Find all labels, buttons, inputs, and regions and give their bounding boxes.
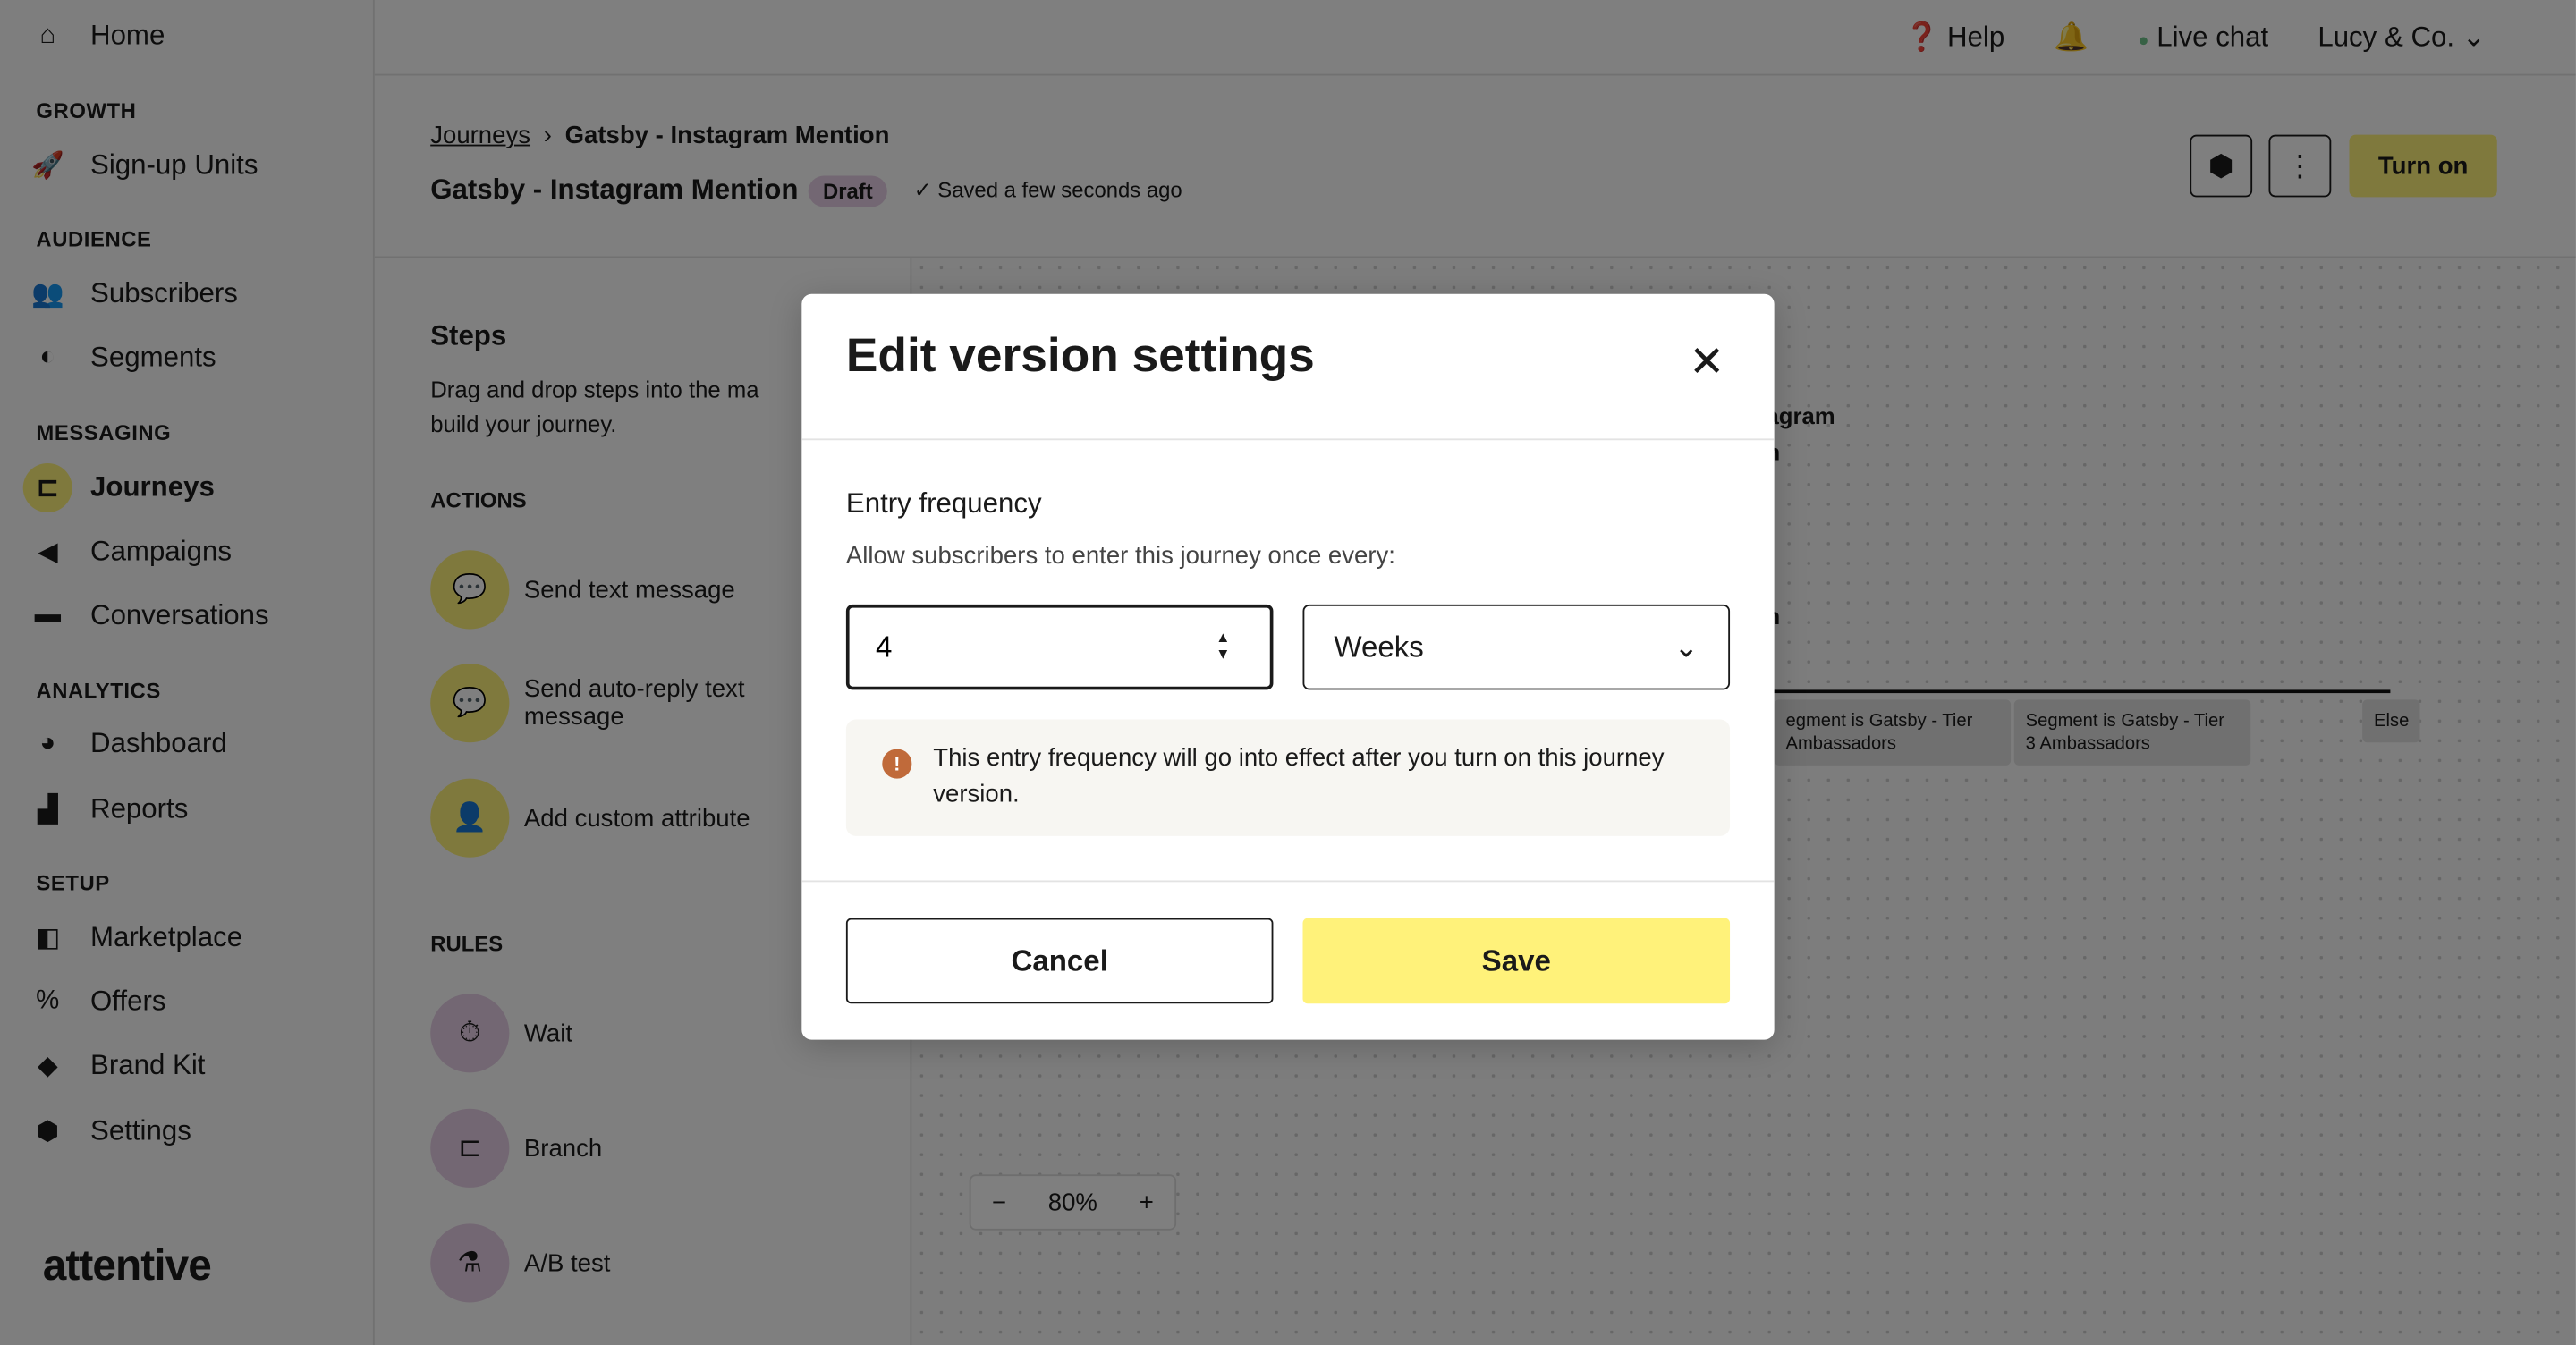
- entry-frequency-help: Allow subscribers to enter this journey …: [845, 542, 1395, 571]
- close-icon[interactable]: ✕: [1689, 340, 1724, 383]
- selected-value: Weeks: [1334, 630, 1424, 664]
- save-button[interactable]: Save: [1302, 918, 1731, 1004]
- frequency-unit-select[interactable]: Weeks ⌄: [1302, 604, 1731, 690]
- divider: [801, 438, 1775, 441]
- stepper-arrows-icon[interactable]: ▲ ▼: [1216, 629, 1230, 662]
- notice-text: This entry frequency will go into effect…: [933, 744, 1665, 808]
- edit-version-settings-dialog: Edit version settings ✕ Entry frequency …: [801, 293, 1775, 1040]
- divider: [801, 880, 1775, 883]
- info-icon: !: [882, 749, 912, 779]
- info-notice: ! This entry frequency will go into effec…: [845, 719, 1731, 836]
- chevron-down-icon: ⌄: [1674, 630, 1699, 664]
- frequency-number-input[interactable]: [845, 604, 1274, 690]
- entry-frequency-label: Entry frequency: [845, 487, 1042, 520]
- cancel-button[interactable]: Cancel: [845, 918, 1274, 1004]
- dialog-title: Edit version settings: [845, 330, 1315, 383]
